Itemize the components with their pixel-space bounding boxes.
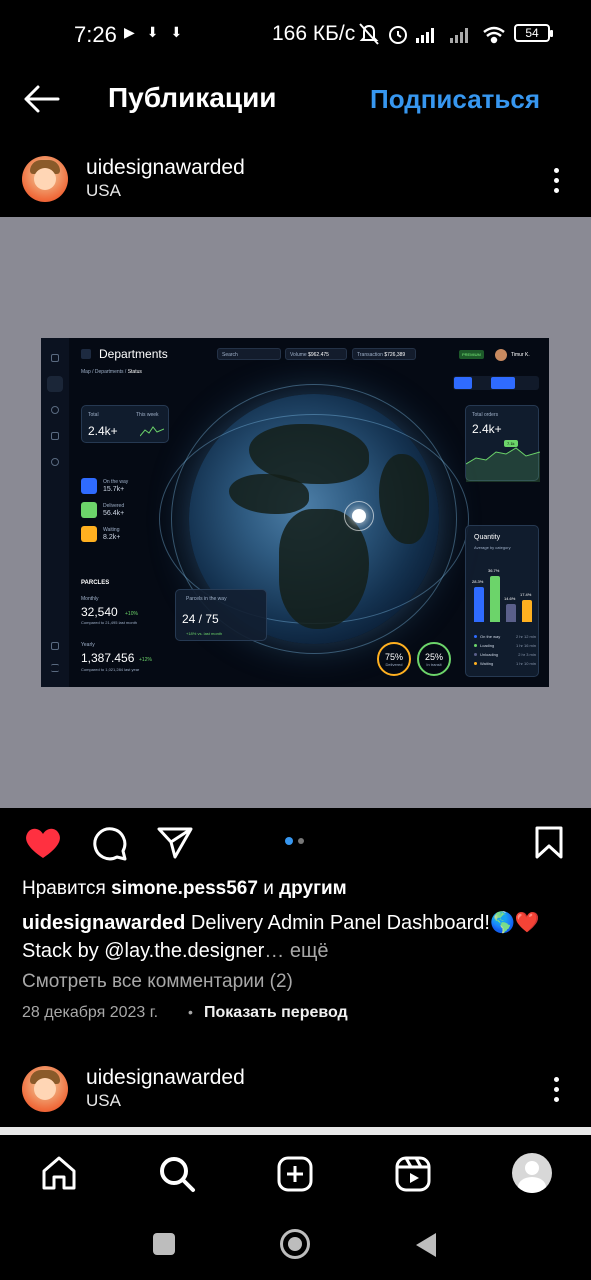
dashboard-user: Timur K.: [511, 352, 530, 358]
yearly-change: +12%: [139, 657, 152, 663]
battery-indicator: 54: [514, 24, 553, 42]
delivered-ring: 75% Delivered: [377, 642, 411, 676]
status-item: On the way 15.7k+: [81, 478, 161, 502]
share-send-icon[interactable]: [156, 826, 194, 860]
quantity-bars: 28.3% 36.7% 14.6% 17.4%: [472, 562, 536, 622]
quantity-bar: [474, 586, 484, 622]
quantity-title: Quantity: [474, 534, 501, 541]
dashboard-volume: Volume $962.475: [285, 348, 347, 360]
back-system-icon[interactable]: [414, 1231, 438, 1259]
show-translation-link[interactable]: Показать перевод: [204, 1004, 348, 1022]
monthly-change: +10%: [125, 611, 138, 617]
post2-username[interactable]: uidesignawarded: [86, 1066, 245, 1090]
next-post-image-edge: [0, 1127, 591, 1135]
follow-button[interactable]: Подписаться: [370, 84, 540, 115]
premium-badge: PREMIUM: [459, 350, 484, 359]
quantity-bar-label: 14.6%: [504, 595, 516, 601]
avatar[interactable]: [22, 156, 68, 202]
quantity-legend-item: Waiting 1 hr 10 min: [474, 661, 536, 670]
quantity-subtitle: Average by category: [474, 545, 511, 550]
caption-username[interactable]: uidesignawarded: [22, 912, 185, 934]
more-options-icon[interactable]: [554, 1077, 560, 1107]
dashboard-breadcrumb: Map / Departments / Status: [81, 369, 142, 375]
likes-line: Нравится simone.pess567 и другим: [22, 878, 347, 899]
carousel-dot-active: [285, 837, 293, 845]
monthly-note: Compared to 21,495 last month: [81, 620, 138, 625]
quantity-legend: On the way 2 hr 12 min Loading 1 hr 16 min U…: [474, 634, 536, 670]
dashboard-transaction: Transaction $726,389: [352, 348, 416, 360]
quantity-legend-item: Unloading 2 hr 3 min: [474, 652, 536, 661]
signal-icon: [416, 28, 434, 43]
home-icon[interactable]: [40, 1155, 78, 1191]
post-username[interactable]: uidesignawarded: [86, 156, 245, 180]
quantity-legend-item: Loading 1 hr 16 min: [474, 643, 536, 652]
status-notification-icons: ▶ ⬇ ⬇: [124, 24, 182, 41]
comment-icon[interactable]: [90, 825, 128, 861]
monthly-label: Monthly: [81, 596, 99, 602]
more-options-icon[interactable]: [554, 168, 560, 198]
parcels-title: PARCLES: [81, 580, 110, 586]
quantity-bar: [506, 603, 516, 622]
dashboard-sidebar: [41, 338, 69, 687]
mute-icon: [359, 23, 379, 45]
create-post-icon[interactable]: [276, 1155, 314, 1193]
recent-apps-icon[interactable]: [153, 1233, 175, 1255]
profile-avatar-icon[interactable]: [512, 1153, 552, 1193]
yearly-label: Yearly: [81, 642, 95, 648]
like-heart-icon[interactable]: [24, 826, 62, 860]
total-orders-card: Total orders 2.4k+ 7.1k: [465, 405, 540, 482]
reels-icon[interactable]: [394, 1155, 432, 1193]
network-speed: 166 КБ/с: [272, 22, 356, 45]
alarm-icon: [389, 26, 407, 44]
dashboard-back-icon: [81, 349, 91, 359]
dashboard-search: Search: [217, 348, 281, 360]
bottom-nav: [0, 1135, 591, 1215]
quantity-card: Quantity Average by category 28.3% 36.7% 1…: [465, 525, 539, 677]
dashboard-title: Departments: [99, 347, 168, 361]
status-list: On the way 15.7k+ Delivered 56.4k+ Waiti…: [81, 478, 161, 550]
search-icon[interactable]: [158, 1155, 196, 1193]
post-location[interactable]: USA: [86, 181, 121, 201]
wifi-icon: [483, 26, 505, 44]
quantity-bar: [490, 576, 500, 622]
carousel-dot: [298, 838, 304, 844]
status-time: 7:26: [74, 22, 117, 47]
status-bar: 7:26 ▶ ⬇ ⬇ 166 КБ/с 54: [0, 0, 591, 70]
system-nav-bar: [0, 1215, 591, 1280]
quantity-legend-item: On the way 2 hr 12 min: [474, 634, 536, 643]
signal-icon: [450, 28, 468, 43]
monthly-value: 32,540: [81, 605, 118, 619]
dashboard-avatar: [495, 349, 507, 361]
others-link[interactable]: другим: [279, 878, 347, 899]
liker-link[interactable]: simone.pess567: [111, 878, 258, 899]
status-item: Waiting 8.2k+: [81, 526, 161, 550]
status-system-icons: [359, 23, 505, 45]
home-system-icon[interactable]: [280, 1229, 310, 1259]
dashboard-screenshot: Departments Map / Departments / Status S…: [41, 338, 549, 687]
play-icon: ▶: [124, 24, 135, 40]
back-arrow-icon[interactable]: [22, 82, 62, 116]
avatar[interactable]: [22, 1066, 68, 1112]
transit-ring: 25% In transit: [417, 642, 451, 676]
post2-location[interactable]: USA: [86, 1091, 121, 1111]
page-title: Публикации: [108, 82, 277, 113]
save-bookmark-icon[interactable]: [534, 826, 564, 860]
view-toggles: [453, 376, 539, 390]
quantity-bar: [522, 600, 532, 622]
caption-more-link[interactable]: ещё: [284, 940, 329, 962]
quantity-bar-label: 17.4%: [520, 592, 532, 598]
yearly-value: 1,387.456: [81, 651, 135, 665]
quantity-bar-label: 36.7%: [488, 568, 500, 574]
download-icon: ⬇: [170, 24, 183, 40]
total-card: Total This week 2.4k+: [81, 405, 169, 443]
view-comments-link[interactable]: Смотреть все комментарии (2): [22, 971, 293, 993]
download-icon: ⬇: [146, 24, 159, 40]
date-separator: •: [188, 1004, 193, 1020]
post-caption: uidesignawarded Delivery Admin Panel Das…: [22, 912, 540, 962]
parcels-in-way-card: Parcels in the way 24 / 75 +18% vs. last…: [175, 589, 267, 641]
quantity-bar-label: 28.3%: [472, 578, 484, 584]
yearly-note: Compared to 1,021,284 last year: [81, 667, 140, 672]
status-item: Delivered 56.4k+: [81, 502, 161, 526]
post-date: 28 декабря 2023 г.: [22, 1004, 159, 1021]
